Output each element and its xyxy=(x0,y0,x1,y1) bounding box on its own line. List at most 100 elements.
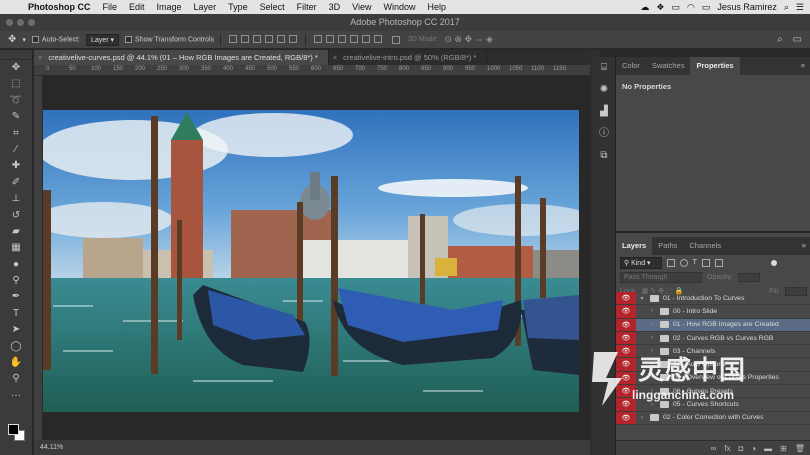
brush-tool-icon[interactable]: ✐ xyxy=(0,175,32,191)
menu-list-icon[interactable]: ☰ xyxy=(796,2,804,13)
close-tab-icon[interactable]: × xyxy=(38,53,42,62)
layer-filter-dropdown[interactable]: ⚲ Kind ▾ xyxy=(620,256,662,269)
tab-layers[interactable]: Layers xyxy=(616,237,653,255)
distribute-left-icon[interactable] xyxy=(350,34,359,43)
transform-controls-checkbox[interactable] xyxy=(125,35,133,43)
search-icon[interactable]: ⌕ xyxy=(777,34,783,45)
layer-row[interactable]: 👁 › 06 - Curves Presets xyxy=(616,385,810,399)
tool-preset-dropdown-icon[interactable]: ▾ xyxy=(22,36,26,44)
shape-filter-icon[interactable] xyxy=(701,258,710,267)
distribute-center-icon[interactable] xyxy=(362,34,371,43)
zoom-level[interactable]: 44.11% xyxy=(40,444,63,451)
quick-select-tool-icon[interactable]: ✎ xyxy=(0,109,32,125)
layer-row[interactable]: 👁 › 04 - Auto Options xyxy=(616,358,810,372)
horizontal-ruler[interactable]: 0 50 100 150 200 250 300 350 400 450 500… xyxy=(34,65,590,76)
dropbox-icon[interactable]: ❖ xyxy=(656,2,664,13)
adjustments-panel-icon[interactable]: ✺ xyxy=(593,79,615,101)
path-selection-tool-icon[interactable]: ➤ xyxy=(0,322,32,338)
menu-edit[interactable]: Edit xyxy=(123,2,151,12)
dodge-tool-icon[interactable]: ⚲ xyxy=(0,273,32,289)
tab-channels[interactable]: Channels xyxy=(683,237,727,255)
group-expand-icon[interactable]: › xyxy=(648,402,656,408)
hand-tool-icon[interactable]: ✋ xyxy=(0,355,32,371)
layer-visibility-eye-icon[interactable]: 👁 xyxy=(616,331,636,345)
pen-tool-icon[interactable]: ✒ xyxy=(0,289,32,305)
adjustment-layer-icon[interactable]: ◑ xyxy=(751,444,756,453)
group-expand-icon[interactable]: › xyxy=(648,335,656,341)
distribute-right-icon[interactable] xyxy=(374,34,383,43)
type-filter-icon[interactable]: T xyxy=(693,259,697,266)
filter-toggle-icon[interactable] xyxy=(771,259,777,266)
tab-paths[interactable]: Paths xyxy=(652,237,683,255)
menu-file[interactable]: File xyxy=(97,2,124,12)
align-left-icon[interactable] xyxy=(265,34,274,43)
close-window-icon[interactable] xyxy=(6,19,13,26)
menu-3d[interactable]: 3D xyxy=(323,2,347,12)
lasso-tool-icon[interactable]: ➰ xyxy=(0,93,32,109)
align-right-icon[interactable] xyxy=(289,34,298,43)
layer-visibility-eye-icon[interactable]: 👁 xyxy=(616,358,636,371)
menu-select[interactable]: Select xyxy=(254,2,291,12)
menu-view[interactable]: View xyxy=(346,2,377,12)
histogram-panel-icon[interactable]: ▟ xyxy=(593,101,615,123)
move-tool-icon[interactable]: ✥ xyxy=(0,60,32,76)
auto-select-checkbox[interactable] xyxy=(31,35,39,43)
eyedropper-tool-icon[interactable]: ⁄ xyxy=(0,142,32,158)
group-expand-icon[interactable]: › xyxy=(648,348,656,354)
opacity-input[interactable] xyxy=(737,272,760,282)
marquee-tool-icon[interactable]: ⬚ xyxy=(0,76,32,92)
align-top-icon[interactable] xyxy=(229,34,238,43)
history-brush-tool-icon[interactable]: ↺ xyxy=(0,208,32,224)
zoom-window-icon[interactable] xyxy=(28,19,35,26)
tab-creativelive-intro[interactable]: × creativelive-intro.psd @ 50% (RGB/8*) * xyxy=(329,50,488,65)
layer-visibility-eye-icon[interactable]: 👁 xyxy=(616,411,636,424)
layer-visibility-eye-icon[interactable]: 👁 xyxy=(616,385,636,398)
layer-visibility-eye-icon[interactable]: 👁 xyxy=(616,398,636,411)
group-expand-icon[interactable]: › xyxy=(648,388,656,394)
add-mask-icon[interactable]: ◘ xyxy=(738,444,743,453)
group-expand-icon[interactable]: › xyxy=(648,375,656,381)
pixel-filter-icon[interactable] xyxy=(666,258,675,267)
distribute-bottom-icon[interactable] xyxy=(338,34,347,43)
cloud-icon[interactable]: ☁ xyxy=(640,2,649,13)
menu-window[interactable]: Window xyxy=(377,2,421,12)
zoom-tool-icon[interactable]: ⚲ xyxy=(0,371,32,387)
layer-row[interactable]: 👁 › 03 - Channels xyxy=(616,345,810,359)
align-bottom-icon[interactable] xyxy=(253,34,262,43)
distribute-middle-icon[interactable] xyxy=(326,34,335,43)
menu-help[interactable]: Help xyxy=(421,2,452,12)
layer-row[interactable]: 👁 › 00 - Intro Slide xyxy=(616,305,810,319)
align-center-icon[interactable] xyxy=(277,34,286,43)
libraries-panel-icon[interactable]: ⧉ xyxy=(593,145,615,167)
info-panel-icon[interactable]: ⓘ xyxy=(593,123,615,145)
move-tool-preset-icon[interactable]: ✥ xyxy=(8,34,16,45)
adjustment-filter-icon[interactable] xyxy=(679,258,688,267)
layer-row[interactable]: 👁 › 05 - Overview of Curves Properties xyxy=(616,371,810,386)
type-tool-icon[interactable]: T xyxy=(0,306,32,322)
layer-style-icon[interactable]: fx xyxy=(724,444,730,453)
group-expand-icon[interactable]: ▾ xyxy=(638,295,646,302)
clone-stamp-tool-icon[interactable]: ⊥ xyxy=(0,191,32,207)
panel-menu-icon[interactable]: ≡ xyxy=(802,237,810,255)
toolbox-grip[interactable] xyxy=(0,50,32,60)
foreground-color-swatch[interactable] xyxy=(8,424,19,435)
document-canvas[interactable] xyxy=(43,76,590,440)
layer-visibility-eye-icon[interactable]: 👁 xyxy=(616,318,636,331)
crop-tool-icon[interactable]: ⌗ xyxy=(0,126,32,142)
layer-row[interactable]: 👁 › 02 - Curves RGB vs Curves RGB xyxy=(616,331,810,346)
smart-object-filter-icon[interactable] xyxy=(714,258,723,267)
battery-icon[interactable]: ▭ xyxy=(702,2,711,13)
more-tools-icon[interactable]: ··· xyxy=(0,388,32,404)
eraser-tool-icon[interactable]: ▰ xyxy=(0,224,32,240)
vertical-ruler[interactable] xyxy=(34,76,43,440)
tab-swatches[interactable]: Swatches xyxy=(646,57,691,75)
new-layer-icon[interactable]: ⊞ xyxy=(780,444,787,453)
layer-visibility-eye-icon[interactable]: 👁 xyxy=(616,371,636,385)
gradient-tool-icon[interactable]: ▦ xyxy=(0,240,32,256)
close-tab-icon[interactable]: × xyxy=(333,53,337,62)
menu-type[interactable]: Type xyxy=(222,2,254,12)
history-panel-icon[interactable]: ⌸ xyxy=(593,57,615,79)
group-expand-icon[interactable]: › xyxy=(648,308,656,314)
search-icon[interactable]: ⌕ xyxy=(784,2,789,13)
menu-filter[interactable]: Filter xyxy=(291,2,323,12)
